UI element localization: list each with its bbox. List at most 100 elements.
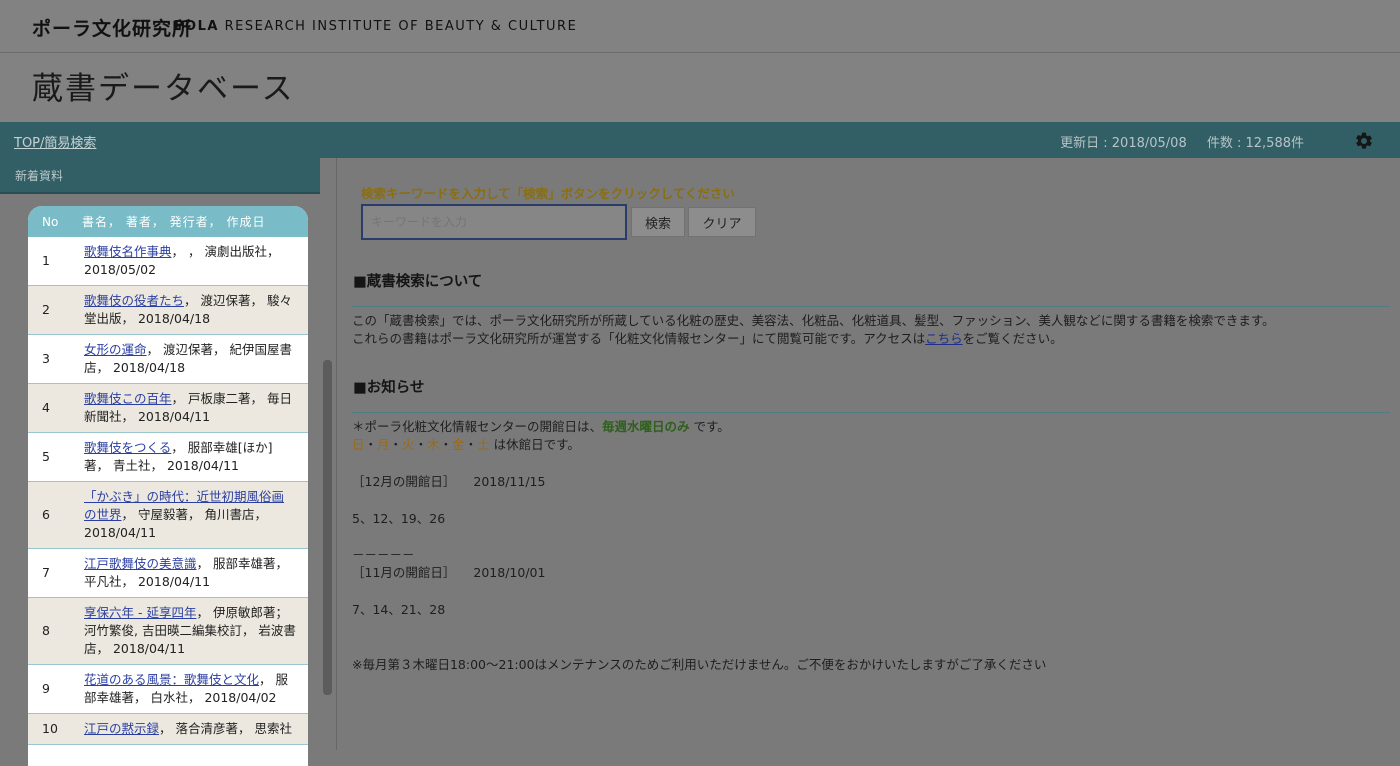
open-day-notice: ＊ポーラ化粧文化情報センターの開館日は、毎週水曜日のみ です。 xyxy=(352,418,730,436)
day-separator: ・ xyxy=(389,437,403,452)
row-number: 10 xyxy=(28,713,78,745)
col-header-no: No xyxy=(28,206,78,237)
maintenance-notice: ※毎月第３木曜日18:00～21:00はメンテナンスのためご利用いただけません。… xyxy=(352,657,1047,672)
december-schedule: ［12月の開館日］ 2018/11/15 xyxy=(352,473,545,491)
row-number: 8 xyxy=(28,597,78,665)
book-title-link[interactable]: 歌舞伎をつくる xyxy=(84,440,171,455)
open-day-highlight: 毎週水曜日のみ xyxy=(602,419,690,434)
table-row: 8 享保六年 - 延享四年， 伊原敏郎著；河竹繁俊, 吉田暎二編集校訂， 岩波書店… xyxy=(28,597,308,665)
update-info: 更新日 : 2018/05/08 件数 : 12,588件 xyxy=(1044,132,1304,151)
search-button[interactable]: 検索 xyxy=(631,207,685,237)
breadcrumb-link[interactable]: TOP/簡易検索 xyxy=(14,132,96,151)
title-bar: 蔵書データベース xyxy=(0,53,1400,122)
book-title-link[interactable]: 享保六年 - 延享四年 xyxy=(84,605,196,620)
brand-en-rest: RESEARCH INSTITUTE OF BEAUTY & CULTURE xyxy=(224,19,578,34)
col-header-details: 書名， 著者， 発行者， 作成日 xyxy=(78,206,308,237)
table-row: 1 歌舞伎名作事典， ， 演劇出版社， 2018/05/02 xyxy=(28,237,308,286)
page-title: 蔵書データベース xyxy=(32,71,295,107)
book-title-link[interactable]: 女形の運命 xyxy=(84,342,147,357)
day-separator: ・ xyxy=(464,437,478,452)
row-details: 歌舞伎をつくる， 服部幸雄[ほか]著， 青土社， 2018/04/11 xyxy=(78,433,308,482)
row-number: 2 xyxy=(28,285,78,335)
closed-day: 日 xyxy=(352,437,365,452)
dec-date: 2018/11/15 xyxy=(473,474,546,489)
brand-logo-jp[interactable]: ポーラ文化研究所 xyxy=(32,14,192,41)
table-body: 1 歌舞伎名作事典， ， 演劇出版社， 2018/05/02 2 歌舞伎の役者たち， … xyxy=(28,237,308,745)
day-separator: ・ xyxy=(364,437,378,452)
day-separator: ・ xyxy=(414,437,428,452)
row-number: 9 xyxy=(42,681,50,696)
closed-day: 金 xyxy=(452,437,465,452)
table-row: 6 「かぶき」の時代：近世初期風俗画の世界， 守屋毅著， 角川書店， 2018/0… xyxy=(28,481,308,549)
tab-new-arrivals[interactable]: 新着資料 xyxy=(0,158,320,194)
row-details: 江戸の黙示録， 落合清彦著， 思索社 xyxy=(78,713,308,745)
row-number: 1 xyxy=(42,253,50,268)
book-meta: ， 落合清彦著， 思索社 xyxy=(159,721,292,736)
table-row: 3 女形の運命， 渡辺保著， 紀伊国屋書店， 2018/04/18 xyxy=(28,335,308,384)
clear-button[interactable]: クリア xyxy=(688,207,756,237)
brand-logo-en[interactable]: POLA RESEARCH INSTITUTE OF BEAUTY & CULT… xyxy=(174,19,577,34)
row-details: 享保六年 - 延享四年， 伊原敏郎著；河竹繁俊, 吉田暎二編集校訂， 岩波書店，… xyxy=(78,597,308,665)
about-line-2: これらの書籍はポーラ文化研究所が運営する「化粧文化情報センター」にて閲覧可能です… xyxy=(352,330,1063,348)
open-day-pre: ＊ポーラ化粧文化情報センターの開館日は、 xyxy=(352,419,603,434)
search-instruction: 検索キーワードを入力して「検索」ボタンをクリックしてください xyxy=(361,186,735,201)
table-header-row: No 書名， 著者， 発行者， 作成日 xyxy=(28,206,308,237)
row-details: 女形の運命， 渡辺保著， 紀伊国屋書店， 2018/04/18 xyxy=(78,335,308,384)
sidebar: 新着資料 No 書名， 著者， 発行者， 作成日 1 歌舞伎名作事典， ， 演劇出… xyxy=(0,158,337,766)
table-row: 2 歌舞伎の役者たち， 渡辺保著， 駿々堂出版， 2018/04/18 xyxy=(28,285,308,335)
closed-day: 月 xyxy=(377,437,390,452)
row-details: 歌舞伎この百年， 戸板康二著， 毎日新聞社， 2018/04/11 xyxy=(78,383,308,433)
row-number: 5 xyxy=(42,449,50,464)
table-row: 7 江戸歌舞伎の美意識， 服部幸雄著， 平凡社， 2018/04/11 xyxy=(28,549,308,598)
about-line-1: この「蔵書検索」では、ポーラ文化研究所が所蔵している化粧の歴史、美容法、化粧品、… xyxy=(352,313,1275,328)
site-header: ポーラ文化研究所 POLA RESEARCH INSTITUTE OF BEAU… xyxy=(0,0,1400,53)
table-row: 9 花道のある風景：歌舞伎と文化， 服部幸雄著， 白水社， 2018/04/02 xyxy=(28,665,308,714)
dec-label: ［12月の開館日］ xyxy=(352,474,456,489)
november-open-days: 7、14、21、28 xyxy=(352,602,446,617)
book-title-link[interactable]: 歌舞伎この百年 xyxy=(84,391,172,406)
new-arrivals-panel: No 書名， 著者， 発行者， 作成日 1 歌舞伎名作事典， ， 演劇出版社， 2… xyxy=(28,206,308,766)
nov-date: 2018/10/01 xyxy=(473,565,546,580)
tab-new-arrivals-label: 新着資料 xyxy=(15,169,64,183)
book-title-link[interactable]: 江戸の黙示録 xyxy=(84,721,159,736)
november-schedule: ［11月の開館日］ 2018/10/01 xyxy=(352,564,545,582)
about-divider xyxy=(352,306,1390,307)
about-line-2-pre: これらの書籍はポーラ文化研究所が運営する「化粧文化情報センター」にて閲覧可能です… xyxy=(352,331,926,346)
december-open-days: 5、12、19、26 xyxy=(352,511,446,526)
book-title-link[interactable]: 花道のある風景：歌舞伎と文化 xyxy=(84,672,259,687)
row-details: 「かぶき」の時代：近世初期風俗画の世界， 守屋毅著， 角川書店， 2018/04… xyxy=(78,481,308,549)
gear-icon[interactable] xyxy=(1354,131,1374,151)
closed-day-notice: 日・月・火・木・金・土 は休館日です。 xyxy=(352,436,580,454)
sidebar-scroll-thumb[interactable] xyxy=(323,360,332,695)
row-number: 3 xyxy=(42,351,50,366)
news-heading: ■お知らせ xyxy=(353,380,425,396)
updated-date: 更新日 : 2018/05/08 xyxy=(1060,136,1187,151)
row-details: 花道のある風景：歌舞伎と文化， 服部幸雄著， 白水社， 2018/04/02 xyxy=(78,665,308,714)
book-title-link[interactable]: 歌舞伎名作事典 xyxy=(84,244,172,259)
search-input[interactable] xyxy=(361,204,627,240)
open-day-post: です。 xyxy=(689,419,730,434)
about-heading: ■蔵書検索について xyxy=(353,274,483,290)
closed-day: 火 xyxy=(402,437,415,452)
row-details: 江戸歌舞伎の美意識， 服部幸雄著， 平凡社， 2018/04/11 xyxy=(78,549,308,598)
record-count: 件数 : 12,588件 xyxy=(1206,136,1304,151)
row-number: 4 xyxy=(28,383,78,433)
table-row: 10 江戸の黙示録， 落合清彦著， 思索社 xyxy=(28,713,308,745)
brand-en-bold: POLA xyxy=(174,19,219,34)
day-separator: ・ xyxy=(439,437,453,452)
about-line-2-post: をご覧ください。 xyxy=(962,331,1063,346)
book-title-link[interactable]: 江戸歌舞伎の美意識 xyxy=(84,556,197,571)
schedule-divider: －－－－－ xyxy=(352,547,415,562)
row-number: 6 xyxy=(28,481,78,549)
book-title-link[interactable]: 歌舞伎の役者たち xyxy=(84,293,184,308)
main-content: 検索キーワードを入力して「検索」ボタンをクリックしてください 検索 クリア ■蔵… xyxy=(337,158,1400,750)
new-arrivals-table: No 書名， 著者， 発行者， 作成日 1 歌舞伎名作事典， ， 演劇出版社， 2… xyxy=(28,206,308,745)
access-link[interactable]: こちら xyxy=(925,331,963,346)
table-row: 5 歌舞伎をつくる， 服部幸雄[ほか]著， 青土社， 2018/04/11 xyxy=(28,433,308,482)
closed-day: 土 xyxy=(477,437,490,452)
table-row: 4 歌舞伎この百年， 戸板康二著， 毎日新聞社， 2018/04/11 xyxy=(28,383,308,433)
nav-bar: TOP/簡易検索 更新日 : 2018/05/08 件数 : 12,588件 xyxy=(0,122,1400,158)
row-number: 7 xyxy=(42,565,50,580)
news-divider xyxy=(352,412,1390,413)
sidebar-scrollbar[interactable] xyxy=(323,360,332,695)
